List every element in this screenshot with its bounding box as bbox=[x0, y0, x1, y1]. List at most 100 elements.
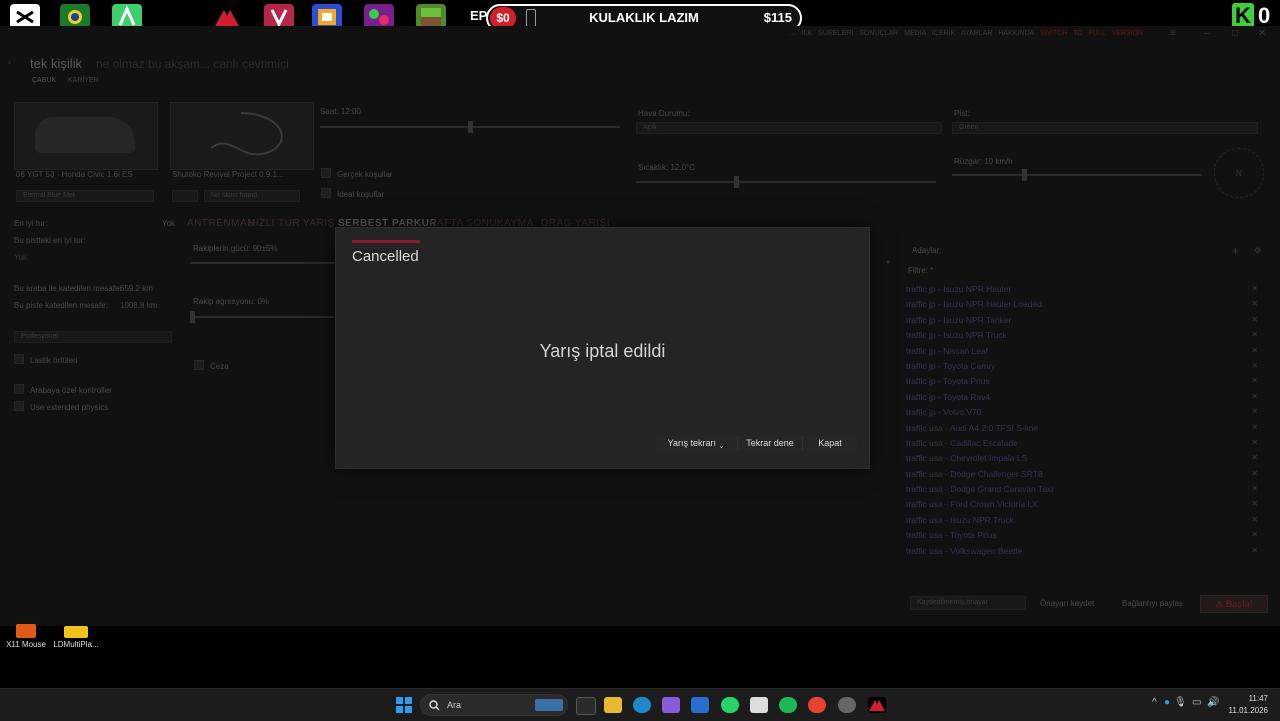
opponent-row[interactable]: traffic jp - Isuzu NPR Tanker ✕ bbox=[906, 315, 1266, 330]
remove-opponent-icon[interactable]: ✕ bbox=[1251, 315, 1258, 324]
close-dialog-button[interactable]: Kapat bbox=[802, 436, 857, 451]
task-view-icon[interactable] bbox=[576, 697, 596, 715]
remove-opponent-icon[interactable]: ✕ bbox=[1251, 515, 1258, 524]
nav-item[interactable]: SONUÇLAR bbox=[859, 30, 898, 37]
maximize-icon[interactable]: □ bbox=[1232, 28, 1238, 39]
close-window-icon[interactable]: ✕ bbox=[1258, 28, 1266, 39]
remove-opponent-icon[interactable]: ✕ bbox=[1251, 330, 1258, 339]
filter-label[interactable]: Filtre: * bbox=[908, 266, 933, 275]
steam-icon[interactable] bbox=[838, 697, 856, 713]
opponent-row[interactable]: traffic usa - Ford Crown Victoria LX ✕ bbox=[906, 499, 1266, 514]
share-link-button[interactable]: Bağlantıyı paylaş bbox=[1122, 599, 1183, 608]
opponent-row[interactable]: traffic usa - Audi A4 2.0 TFSI S-line ✕ bbox=[906, 423, 1266, 438]
nav-item[interactable]: İÇERİK bbox=[932, 30, 955, 37]
track-state-dropdown[interactable]: Green bbox=[952, 122, 1258, 134]
car-controls-checkbox[interactable]: Arabaya özel kontroller bbox=[14, 380, 112, 398]
preset-dropdown[interactable]: Kaydedilmemiş önayar bbox=[910, 596, 1026, 610]
remove-opponent-icon[interactable]: ✕ bbox=[1251, 284, 1258, 293]
windows-start-icon[interactable] bbox=[396, 697, 412, 713]
nav-item[interactable]: HAKKINDA bbox=[998, 30, 1033, 37]
aggression-slider-knob[interactable] bbox=[190, 311, 195, 323]
opponent-settings-icon[interactable]: ⚙ bbox=[1254, 246, 1261, 255]
tyre-blankets-checkbox[interactable]: Lastik örtüleri bbox=[14, 350, 78, 368]
opponent-row[interactable]: traffic usa - Volkswagen Beetle ✕ bbox=[906, 546, 1266, 561]
tab-hotlap[interactable]: HIZLI TUR bbox=[248, 218, 300, 229]
difficulty-dropdown[interactable]: Profesyonel bbox=[14, 331, 172, 343]
realistic-conditions-checkbox[interactable]: Gerçek koşullar bbox=[321, 164, 393, 182]
opponent-row[interactable]: traffic usa - Dodge Challenger SRT8 ✕ bbox=[906, 469, 1266, 484]
car-preview[interactable] bbox=[14, 102, 158, 170]
opponent-row[interactable]: traffic jp - Nissan Leaf ✕ bbox=[906, 346, 1266, 361]
tab-quick[interactable]: ÇABUK bbox=[32, 77, 56, 84]
opponent-row[interactable]: traffic usa - Dodge Grand Caravan Taxi ✕ bbox=[906, 484, 1266, 499]
opponent-row[interactable]: traffic jp - Volvo V70 ✕ bbox=[906, 407, 1266, 422]
tray-app-icon[interactable]: ● bbox=[1164, 697, 1170, 708]
wind-slider[interactable] bbox=[952, 169, 1202, 181]
copilot-icon[interactable] bbox=[662, 697, 680, 713]
remove-opponent-icon[interactable]: ✕ bbox=[1251, 453, 1258, 462]
track-preview[interactable] bbox=[170, 102, 314, 170]
tab-career[interactable]: KARİYER bbox=[68, 77, 99, 84]
file-explorer-icon[interactable] bbox=[604, 697, 622, 713]
penalty-checkbox[interactable]: Ceza bbox=[194, 356, 229, 374]
car-skin-dropdown[interactable]: Eternal Blue Met bbox=[16, 190, 154, 202]
opponent-row[interactable]: traffic usa - Toyota Prius ✕ bbox=[906, 530, 1266, 545]
temperature-slider[interactable] bbox=[636, 176, 936, 188]
wind-compass[interactable]: N bbox=[1214, 148, 1264, 198]
opponent-row[interactable]: traffic usa - Cadillac Escalade ✕ bbox=[906, 438, 1266, 453]
chevron-down-icon[interactable]: ▾ bbox=[886, 258, 890, 267]
remove-opponent-icon[interactable]: ✕ bbox=[1251, 530, 1258, 539]
track-layout-dropdown[interactable]: No skins found bbox=[204, 190, 300, 202]
wind-slider-knob[interactable] bbox=[1022, 169, 1027, 181]
desktop-icon-x11-mouse[interactable]: X11 Mouse bbox=[6, 624, 46, 649]
opponent-row[interactable]: traffic usa - Isuzu NPR Truck ✕ bbox=[906, 515, 1266, 530]
tab-practice[interactable]: ANTRENMAN bbox=[187, 218, 255, 229]
remove-opponent-icon[interactable]: ✕ bbox=[1251, 469, 1258, 478]
add-opponent-icon[interactable]: + bbox=[1232, 244, 1239, 258]
volume-icon[interactable]: 🔊 bbox=[1207, 697, 1219, 708]
opponent-row[interactable]: traffic usa - Chevrolet Impala LS ✕ bbox=[906, 453, 1266, 468]
opponent-row[interactable]: traffic jp - Toyota Prius ✕ bbox=[906, 376, 1266, 391]
temperature-slider-knob[interactable] bbox=[734, 176, 739, 188]
menu-icon[interactable]: ≡ bbox=[1170, 28, 1176, 39]
opponent-row[interactable]: traffic jp - Isuzu NPR Hauler Loaded ✕ bbox=[906, 299, 1266, 314]
assetto-corsa-taskbar-icon[interactable] bbox=[868, 697, 886, 713]
nav-item[interactable]: İLK SÜRELERİ bbox=[802, 30, 853, 37]
minimize-icon[interactable]: – bbox=[1204, 28, 1210, 39]
switch-full-version-link[interactable]: SWITCH TO FULL VERSION bbox=[1040, 30, 1143, 37]
remove-opponent-icon[interactable]: ✕ bbox=[1251, 499, 1258, 508]
network-icon[interactable]: ▭ bbox=[1192, 697, 1201, 708]
nav-item[interactable]: MEDIA bbox=[904, 30, 926, 37]
taskbar-search[interactable]: Ara bbox=[420, 694, 568, 716]
opponent-aggression-slider[interactable] bbox=[190, 311, 340, 323]
remove-opponent-icon[interactable]: ✕ bbox=[1251, 376, 1258, 385]
chrome-icon[interactable] bbox=[808, 697, 826, 713]
chevron-down-icon[interactable]: ⌄ bbox=[719, 443, 725, 450]
opponent-row[interactable]: traffic jp - Toyota Rav4 ✕ bbox=[906, 392, 1266, 407]
back-icon[interactable]: ‹ bbox=[8, 57, 11, 68]
extended-physics-checkbox[interactable]: Use extended physics bbox=[14, 397, 108, 415]
remove-opponent-icon[interactable]: ✕ bbox=[1251, 546, 1258, 555]
microphone-icon[interactable]: 🎙 bbox=[1174, 697, 1187, 708]
weather-dropdown[interactable]: Açık bbox=[636, 122, 942, 134]
opponent-row[interactable]: traffic jp - Toyota Camry ✕ bbox=[906, 361, 1266, 376]
desktop-icon-ldmultiplayer[interactable]: LDMultiPla... bbox=[52, 624, 100, 649]
edge-icon[interactable] bbox=[633, 697, 651, 713]
ideal-conditions-checkbox[interactable]: İdeal koşullar bbox=[321, 184, 384, 202]
remove-opponent-icon[interactable]: ✕ bbox=[1251, 361, 1258, 370]
nav-item[interactable]: ... bbox=[790, 30, 796, 37]
spotify-icon[interactable] bbox=[779, 697, 797, 713]
tray-overflow-icon[interactable]: ^ bbox=[1152, 697, 1157, 708]
track-skin-toggle[interactable] bbox=[172, 190, 198, 202]
start-button[interactable]: ⚠ Başla! bbox=[1200, 595, 1268, 613]
outlook-icon[interactable] bbox=[691, 697, 709, 713]
remove-opponent-icon[interactable]: ✕ bbox=[1251, 346, 1258, 355]
remove-opponent-icon[interactable]: ✕ bbox=[1251, 299, 1258, 308]
remove-opponent-icon[interactable]: ✕ bbox=[1251, 438, 1258, 447]
taskbar-clock[interactable]: 11:47 11.01.2026 bbox=[1229, 693, 1268, 717]
remove-opponent-icon[interactable]: ✕ bbox=[1251, 407, 1258, 416]
whatsapp-icon[interactable] bbox=[721, 697, 739, 713]
retry-button[interactable]: Tekrar dene bbox=[737, 436, 802, 451]
tab-race[interactable]: YARIŞ bbox=[303, 218, 335, 229]
remove-opponent-icon[interactable]: ✕ bbox=[1251, 423, 1258, 432]
